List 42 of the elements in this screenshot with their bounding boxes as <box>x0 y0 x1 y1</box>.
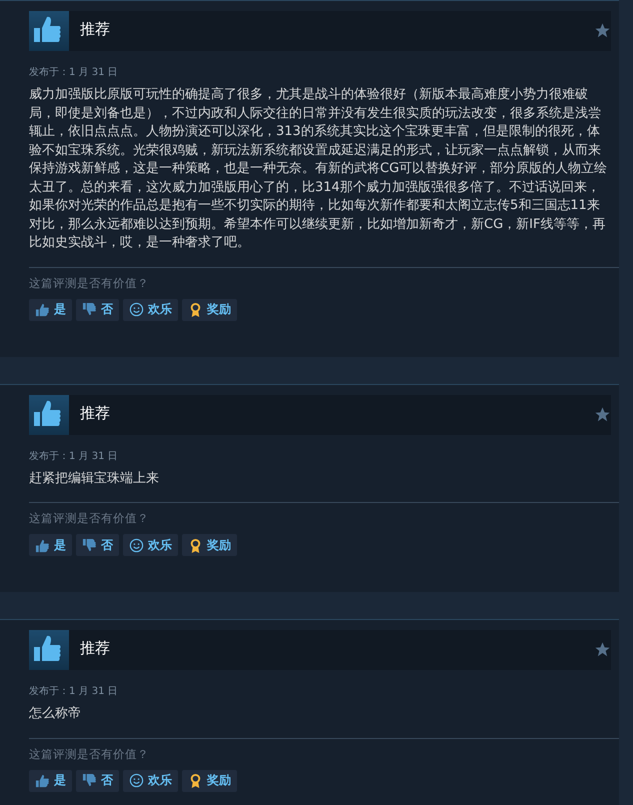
helpful-question: 这篇评测是否有价值？ <box>29 746 150 762</box>
yes-button[interactable]: 是 <box>29 770 72 792</box>
thumbs-up-icon <box>29 630 69 670</box>
award-button[interactable]: 奖励 <box>182 770 237 792</box>
smiley-icon <box>129 538 144 552</box>
thumbs-up-icon <box>29 394 69 434</box>
review-text: 怎么称帝 <box>29 705 82 723</box>
star-icon[interactable] <box>594 22 611 39</box>
helpful-question: 这篇评测是否有价值？ <box>29 511 150 526</box>
post-date: 发布于：1 月 31 日 <box>29 685 119 698</box>
funny-button[interactable]: 欢乐 <box>123 534 178 556</box>
award-button[interactable]: 奖励 <box>182 298 237 320</box>
smiley-icon <box>129 773 144 788</box>
thumbs-up-icon <box>35 302 50 317</box>
post-date: 发布于：1 月 31 日 <box>29 66 119 79</box>
helpful-question: 这篇评测是否有价值？ <box>29 276 150 290</box>
star-icon[interactable] <box>594 406 611 422</box>
no-button[interactable]: 否 <box>76 298 119 320</box>
verdict-title: 推荐 <box>80 404 110 422</box>
verdict-title: 推荐 <box>80 639 110 658</box>
star-icon[interactable] <box>594 641 611 658</box>
yes-button[interactable]: 是 <box>29 298 72 320</box>
thumbs-up-icon <box>35 773 50 788</box>
review-text: 威力加强版比原版可玩性的确提高了很多，尤其是战斗的体验很好（新版本最高难度小势力很难破局，即使是刘备也是），不过内政和人际交往的日常并没有发生很实质的玩法改变，很多系统是浅尝辄止，依旧点点点。人物扮演还可以深化，313的系统其实比这个宝珠更丰富，但是限制的很死，体验不如宝珠系统。光荣很鸡贼，新玩法新系统都设置成延迟满足的形式，让玩家一点点解锁，从而来保持游戏新鲜感，这是一种策略，也是一种无奈。有新的武将CG可以替换好评，部分原版的人物立绘太丑了。总的来看，这次威力加强版用心了的，比314那个威力加强版强很多倍了。不过话说回来，如果你对光荣的作品总是抱有一些不切实际的期待，比如每次新作都要和太阁立志传5和三国志11来对比，那么永远都难以达到预期。希望本作可以继续更新，比如增加新奇才，新CG，新IF线等等，再比如史实战斗，哎，是一种奢求了吧。 <box>29 86 608 252</box>
yes-button[interactable]: 是 <box>29 534 72 556</box>
thumbs-down-icon <box>82 538 97 552</box>
funny-button[interactable]: 欢乐 <box>123 770 178 792</box>
award-icon <box>188 302 203 317</box>
thumbs-up-icon <box>35 538 50 552</box>
award-button[interactable]: 奖励 <box>182 534 237 556</box>
thumbs-down-icon <box>82 302 97 317</box>
smiley-icon <box>129 302 144 317</box>
award-icon <box>188 773 203 788</box>
review-text: 赶紧把编辑宝珠端上来 <box>29 470 160 488</box>
no-button[interactable]: 否 <box>76 770 119 792</box>
thumbs-up-icon <box>29 11 69 51</box>
award-icon <box>188 538 203 552</box>
thumbs-down-icon <box>82 773 97 788</box>
post-date: 发布于：1 月 31 日 <box>29 450 119 462</box>
funny-button[interactable]: 欢乐 <box>123 298 178 320</box>
no-button[interactable]: 否 <box>76 534 119 556</box>
verdict-title: 推荐 <box>80 20 110 39</box>
